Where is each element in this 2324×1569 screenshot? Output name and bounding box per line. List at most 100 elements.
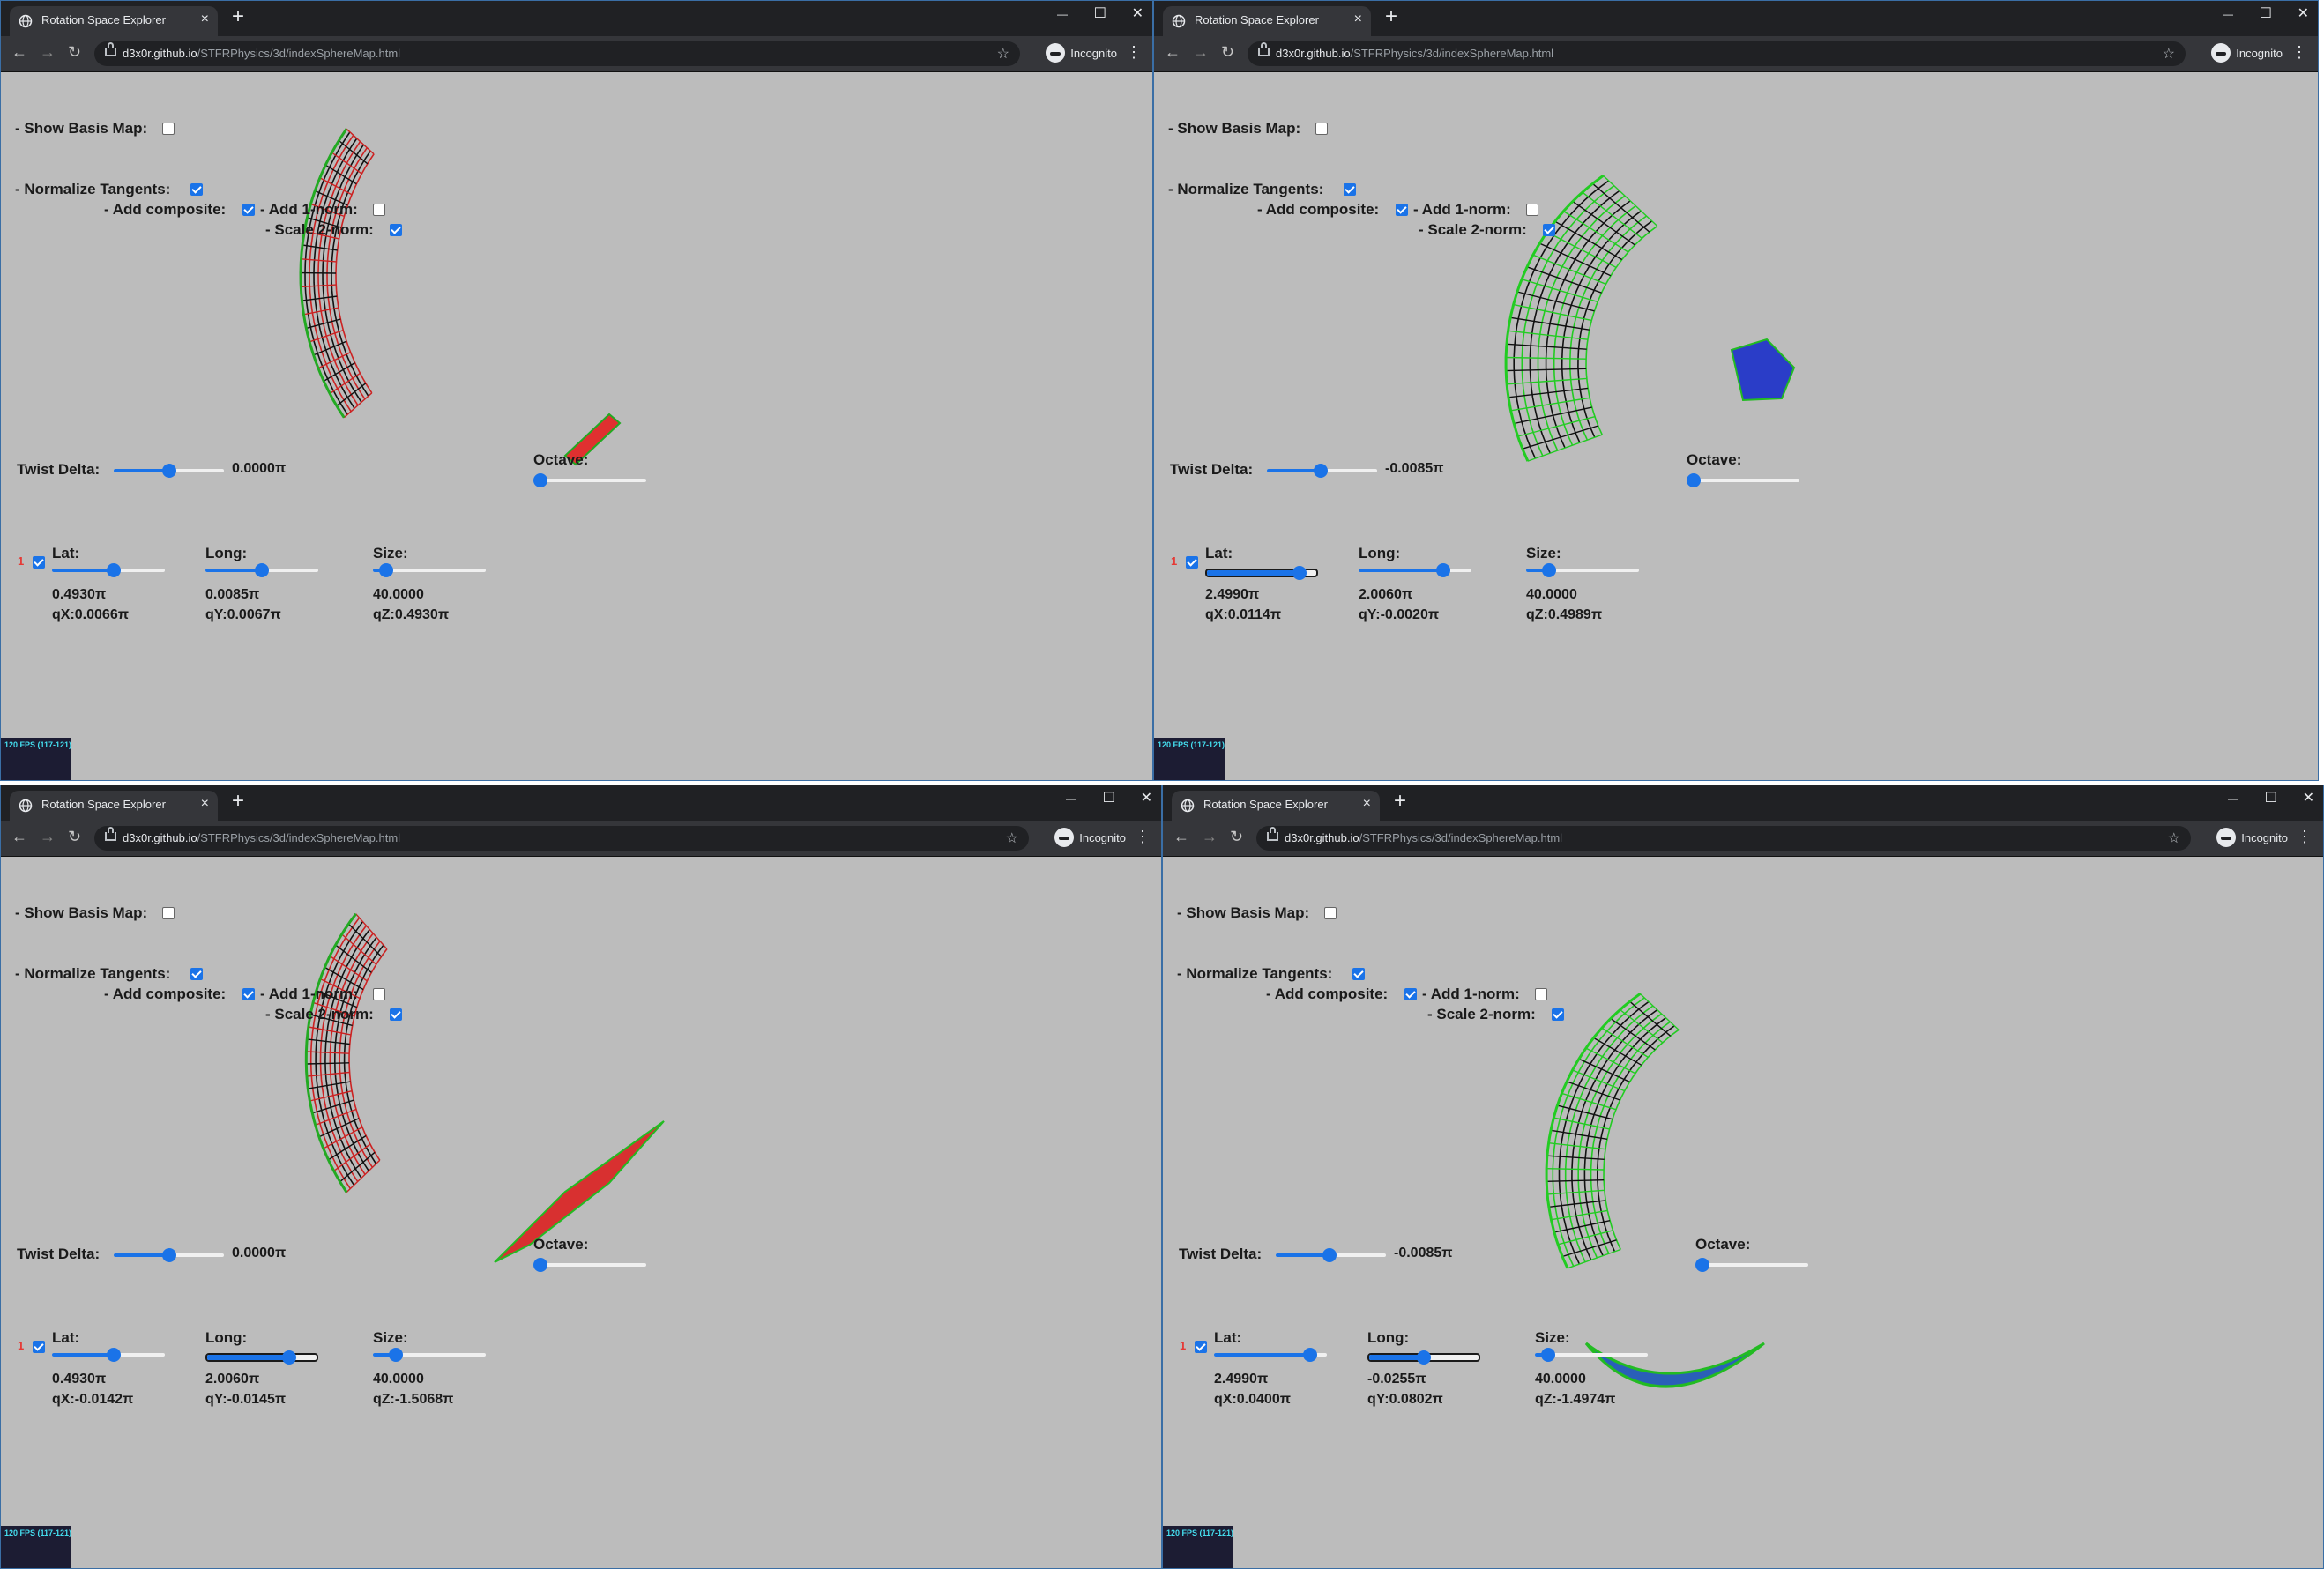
back-icon[interactable]: ← [11,828,27,846]
add-composite-checkbox[interactable] [242,988,255,1000]
scale-2norm-checkbox[interactable] [1543,224,1555,236]
octave-slider[interactable] [1687,473,1799,487]
octave-slider-thumb[interactable] [533,1258,547,1272]
reload-icon[interactable]: ↻ [1221,43,1234,62]
reload-icon[interactable]: ↻ [1230,828,1243,846]
size-slider-thumb[interactable] [1541,563,1556,577]
add-1norm-checkbox[interactable] [373,204,385,216]
twist-delta-slider[interactable] [1276,1248,1386,1262]
incognito-indicator[interactable]: Incognito [2216,828,2288,847]
normalize-tangents-checkbox[interactable] [190,968,203,980]
octave-slider[interactable] [1695,1258,1808,1272]
octave-slider-thumb[interactable] [1695,1258,1709,1272]
reload-icon[interactable]: ↻ [68,828,81,846]
show-basis-map-checkbox[interactable] [162,907,175,919]
maximize-icon[interactable]: ☐ [2265,789,2277,807]
window-close-icon[interactable]: ✕ [1141,789,1152,807]
show-basis-map-checkbox[interactable] [1315,123,1328,135]
minimize-icon[interactable]: — [1066,792,1076,805]
minimize-icon[interactable]: — [2228,792,2238,805]
scale-2norm-checkbox[interactable] [390,1008,402,1021]
size-slider[interactable] [373,563,486,577]
back-icon[interactable]: ← [1173,828,1189,846]
maximize-icon[interactable]: ☐ [2260,4,2272,22]
minimize-icon[interactable]: — [2223,8,2233,20]
close-icon[interactable]: × [1354,11,1362,27]
close-icon[interactable]: × [1363,796,1371,812]
octave-slider[interactable] [533,473,646,487]
new-tab-icon[interactable]: + [232,791,244,812]
window-close-icon[interactable]: ✕ [2298,4,2309,22]
scale-2norm-checkbox[interactable] [1552,1008,1564,1021]
back-icon[interactable]: ← [11,43,27,62]
new-tab-icon[interactable]: + [1394,791,1406,812]
size-slider[interactable] [1526,563,1639,577]
normalize-tangents-checkbox[interactable] [1344,183,1356,196]
menu-icon[interactable]: ⋮ [2297,828,2313,846]
incognito-indicator[interactable]: Incognito [2211,43,2283,63]
bookmark-star-icon[interactable]: ☆ [997,45,1009,63]
add-1norm-checkbox[interactable] [1535,988,1547,1000]
row-enabled-checkbox[interactable] [33,1341,45,1353]
back-icon[interactable]: ← [1165,43,1181,62]
show-basis-map-checkbox[interactable] [1324,907,1337,919]
lat-slider[interactable] [52,563,165,577]
browser-tab[interactable]: Rotation Space Explorer × [10,6,218,36]
row-enabled-checkbox[interactable] [1186,556,1198,569]
forward-icon[interactable]: → [40,828,56,846]
maximize-icon[interactable]: ☐ [1103,789,1115,807]
reload-icon[interactable]: ↻ [68,43,81,62]
browser-tab[interactable]: Rotation Space Explorer × [1172,791,1380,821]
normalize-tangents-checkbox[interactable] [190,183,203,196]
normalize-tangents-checkbox[interactable] [1352,968,1365,980]
show-basis-map-checkbox[interactable] [162,123,175,135]
bookmark-star-icon[interactable]: ☆ [2168,829,2180,847]
add-1norm-checkbox[interactable] [1526,204,1538,216]
browser-tab[interactable]: Rotation Space Explorer × [1163,6,1371,36]
address-bar[interactable]: d3x0r.github.io/STFRPhysics/3d/indexSphe… [94,826,1029,851]
size-slider-thumb[interactable] [388,1348,403,1362]
add-composite-checkbox[interactable] [1404,988,1417,1000]
octave-slider[interactable] [533,1258,646,1272]
window-close-icon[interactable]: ✕ [1132,4,1143,22]
twist-delta-slider[interactable] [114,464,224,478]
octave-slider-thumb[interactable] [1687,473,1701,487]
lat-slider[interactable] [1214,1348,1327,1362]
lat-slider[interactable] [52,1348,165,1362]
long-slider[interactable] [205,1350,318,1365]
browser-tab[interactable]: Rotation Space Explorer × [10,791,218,821]
long-slider[interactable] [205,563,318,577]
rotation-canvas[interactable] [1163,857,2324,1569]
address-bar[interactable]: d3x0r.github.io/STFRPhysics/3d/indexSphe… [94,41,1020,66]
rotation-canvas[interactable] [1,857,1162,1569]
rotation-canvas[interactable] [1,72,1153,781]
row-enabled-checkbox[interactable] [33,556,45,569]
long-slider-thumb[interactable] [282,1350,296,1365]
window-close-icon[interactable]: ✕ [2303,789,2314,807]
long-slider-thumb[interactable] [1417,1350,1431,1365]
add-composite-checkbox[interactable] [1396,204,1408,216]
size-slider[interactable] [1535,1348,1648,1362]
menu-icon[interactable]: ⋮ [1135,828,1151,846]
address-bar[interactable]: d3x0r.github.io/STFRPhysics/3d/indexSphe… [1248,41,2186,66]
forward-icon[interactable]: → [40,43,56,62]
row-enabled-checkbox[interactable] [1195,1341,1207,1353]
long-slider-thumb[interactable] [1436,563,1450,577]
octave-slider-thumb[interactable] [533,473,547,487]
menu-icon[interactable]: ⋮ [1126,43,1142,62]
long-slider[interactable] [1359,563,1471,577]
incognito-indicator[interactable]: Incognito [1046,43,1117,63]
forward-icon[interactable]: → [1202,828,1218,846]
maximize-icon[interactable]: ☐ [1094,4,1106,22]
twist-delta-slider-thumb[interactable] [161,464,176,478]
add-composite-checkbox[interactable] [242,204,255,216]
scale-2norm-checkbox[interactable] [390,224,402,236]
address-bar[interactable]: d3x0r.github.io/STFRPhysics/3d/indexSphe… [1256,826,2191,851]
incognito-indicator[interactable]: Incognito [1054,828,1126,847]
twist-delta-slider[interactable] [114,1248,224,1262]
size-slider[interactable] [373,1348,486,1362]
twist-delta-slider[interactable] [1267,464,1377,478]
long-slider[interactable] [1367,1350,1480,1365]
long-slider-thumb[interactable] [255,563,269,577]
minimize-icon[interactable]: — [1057,8,1068,20]
